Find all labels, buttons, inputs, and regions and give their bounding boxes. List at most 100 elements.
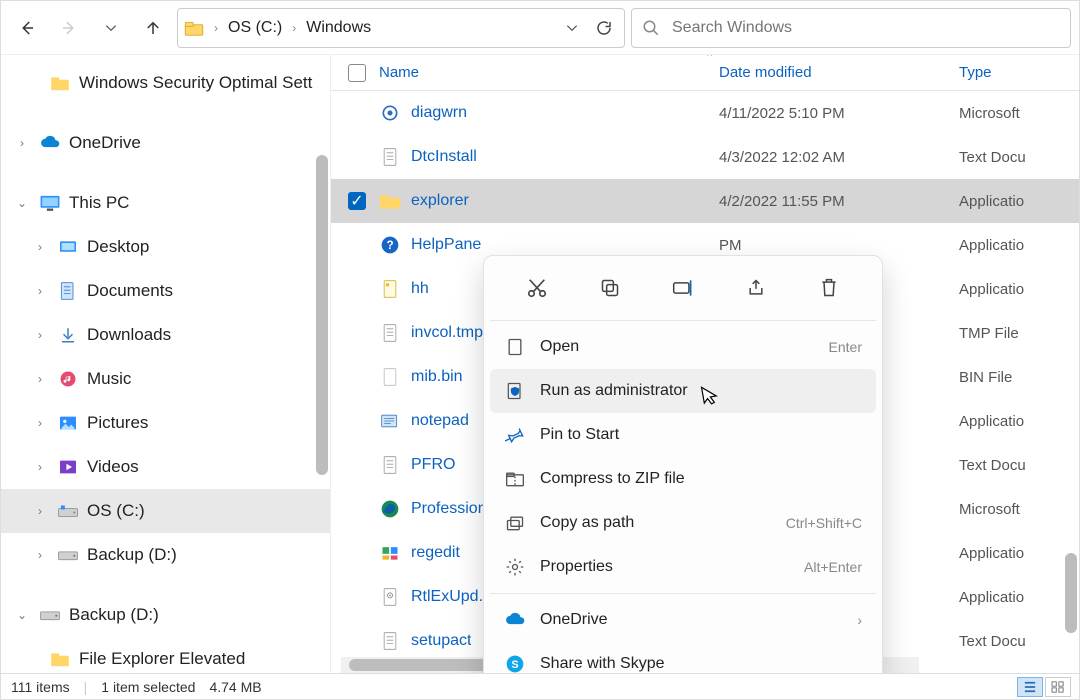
back-button[interactable]: [9, 10, 45, 46]
rename-button[interactable]: [663, 270, 703, 306]
status-selection: 1 item selected: [101, 679, 195, 695]
file-name: regedit: [411, 544, 460, 562]
breadcrumb[interactable]: › OS (C:) › Windows: [177, 8, 625, 48]
status-item-count: 111 items: [11, 679, 70, 695]
column-date[interactable]: Date modified: [719, 64, 959, 81]
chevron-right-icon[interactable]: ›: [31, 328, 49, 342]
column-type[interactable]: Type: [959, 64, 1079, 81]
downloads-icon: [57, 324, 79, 346]
refresh-button[interactable]: [590, 14, 618, 42]
file-name: hh: [411, 280, 429, 298]
select-all-checkbox[interactable]: [343, 64, 371, 82]
file-row[interactable]: DtcInstall4/3/2022 12:02 AMText Docu: [331, 135, 1079, 179]
column-name[interactable]: Name: [371, 64, 719, 81]
thumbnails-view-button[interactable]: [1045, 677, 1071, 697]
share-button[interactable]: [736, 270, 776, 306]
sidebar-item-backup-root[interactable]: ⌄ Backup (D:): [1, 593, 330, 637]
breadcrumb-dropdown[interactable]: [558, 14, 586, 42]
row-checkbox[interactable]: ✓: [343, 192, 371, 210]
file-row[interactable]: ✓explorer4/2/2022 11:55 PMApplicatio: [331, 179, 1079, 223]
hh-icon: [379, 278, 401, 300]
zip-icon: [504, 468, 526, 490]
arrow-left-icon: [18, 19, 36, 37]
cloud-icon: [504, 609, 526, 631]
context-onedrive[interactable]: OneDrive ›: [490, 598, 876, 642]
properties-icon: [504, 556, 526, 578]
chevron-right-icon[interactable]: ›: [31, 240, 49, 254]
context-open[interactable]: Open Enter: [490, 325, 876, 369]
chevron-right-icon[interactable]: ›: [31, 416, 49, 430]
cut-button[interactable]: [517, 270, 557, 306]
chevron-down-icon[interactable]: ⌄: [13, 196, 31, 210]
svg-text:?: ?: [386, 239, 393, 252]
up-button[interactable]: [135, 10, 171, 46]
context-copy-path[interactable]: Copy as path Ctrl+Shift+C: [490, 501, 876, 545]
file-name: DtcInstall: [411, 148, 477, 166]
breadcrumb-segment[interactable]: Windows: [302, 17, 375, 39]
file-name: PFRO: [411, 456, 455, 474]
sidebar-item-label: Videos: [87, 457, 139, 477]
file-type: Microsoft: [959, 501, 1079, 518]
chevron-right-icon[interactable]: ›: [13, 136, 31, 150]
chevron-down-icon: [565, 21, 579, 35]
context-properties[interactable]: Properties Alt+Enter: [490, 545, 876, 589]
cloud-icon: [39, 132, 61, 154]
sidebar-item-label: Desktop: [87, 237, 149, 257]
chevron-right-icon[interactable]: ›: [31, 504, 49, 518]
folder-app-icon: [379, 190, 401, 212]
sidebar-item-pictures[interactable]: › Pictures: [1, 401, 330, 445]
status-size: 4.74 MB: [209, 679, 261, 695]
sidebar-item-elevated[interactable]: File Explorer Elevated: [1, 637, 330, 673]
file-row[interactable]: diagwrn4/11/2022 5:10 PMMicrosoft: [331, 91, 1079, 135]
chevron-right-icon[interactable]: ›: [31, 284, 49, 298]
sidebar-item-videos[interactable]: › Videos: [1, 445, 330, 489]
chevron-right-icon: ›: [857, 612, 862, 628]
context-compress[interactable]: Compress to ZIP file: [490, 457, 876, 501]
mouse-cursor-icon: [699, 383, 721, 408]
recent-dropdown[interactable]: [93, 10, 129, 46]
context-run-admin[interactable]: Run as administrator: [490, 369, 876, 413]
file-type: Text Docu: [959, 457, 1079, 474]
sidebar-item-thispc[interactable]: ⌄ This PC: [1, 181, 330, 225]
sidebar-item-documents[interactable]: › Documents: [1, 269, 330, 313]
sidebar-item-quick[interactable]: Windows Security Optimal Sett: [1, 61, 330, 105]
sidebar-item-desktop[interactable]: › Desktop: [1, 225, 330, 269]
rename-icon: [672, 278, 694, 298]
file-list-scrollbar[interactable]: [1065, 553, 1077, 633]
sidebar-item-downloads[interactable]: › Downloads: [1, 313, 330, 357]
sidebar-item-label: Documents: [87, 281, 173, 301]
forward-button[interactable]: [51, 10, 87, 46]
scissors-icon: [526, 277, 548, 299]
context-toolbar: [490, 264, 876, 316]
search-box[interactable]: [631, 8, 1071, 48]
navpane-scrollbar[interactable]: [316, 155, 328, 475]
sidebar-item-onedrive[interactable]: › OneDrive: [1, 121, 330, 165]
sidebar-item-label: OS (C:): [87, 501, 145, 521]
details-view-button[interactable]: [1017, 677, 1043, 697]
chevron-right-icon: ›: [290, 21, 298, 35]
folder-icon: [49, 72, 71, 94]
chevron-right-icon[interactable]: ›: [31, 372, 49, 386]
file-name: invcol.tmp: [411, 324, 483, 342]
chevron-right-icon: ›: [212, 21, 220, 35]
chevron-right-icon[interactable]: ›: [31, 548, 49, 562]
arrow-up-icon: [144, 19, 162, 37]
shield-icon: [504, 380, 526, 402]
separator: [490, 320, 876, 321]
chevron-right-icon[interactable]: ›: [31, 460, 49, 474]
sidebar-item-backup[interactable]: › Backup (D:): [1, 533, 330, 577]
copy-button[interactable]: [590, 270, 630, 306]
sidebar-item-osc[interactable]: › OS (C:): [1, 489, 330, 533]
regedit-icon: [379, 542, 401, 564]
chevron-down-icon[interactable]: ⌄: [13, 608, 31, 622]
context-pin-start[interactable]: Pin to Start: [490, 413, 876, 457]
context-skype[interactable]: S Share with Skype: [490, 642, 876, 673]
breadcrumb-segment[interactable]: OS (C:): [224, 17, 286, 39]
search-input[interactable]: [670, 18, 1060, 38]
file-type: Applicatio: [959, 413, 1079, 430]
delete-button[interactable]: [809, 270, 849, 306]
sidebar-item-music[interactable]: › Music: [1, 357, 330, 401]
grid-icon: [1051, 681, 1065, 693]
edge-icon: [379, 498, 401, 520]
music-icon: [57, 368, 79, 390]
